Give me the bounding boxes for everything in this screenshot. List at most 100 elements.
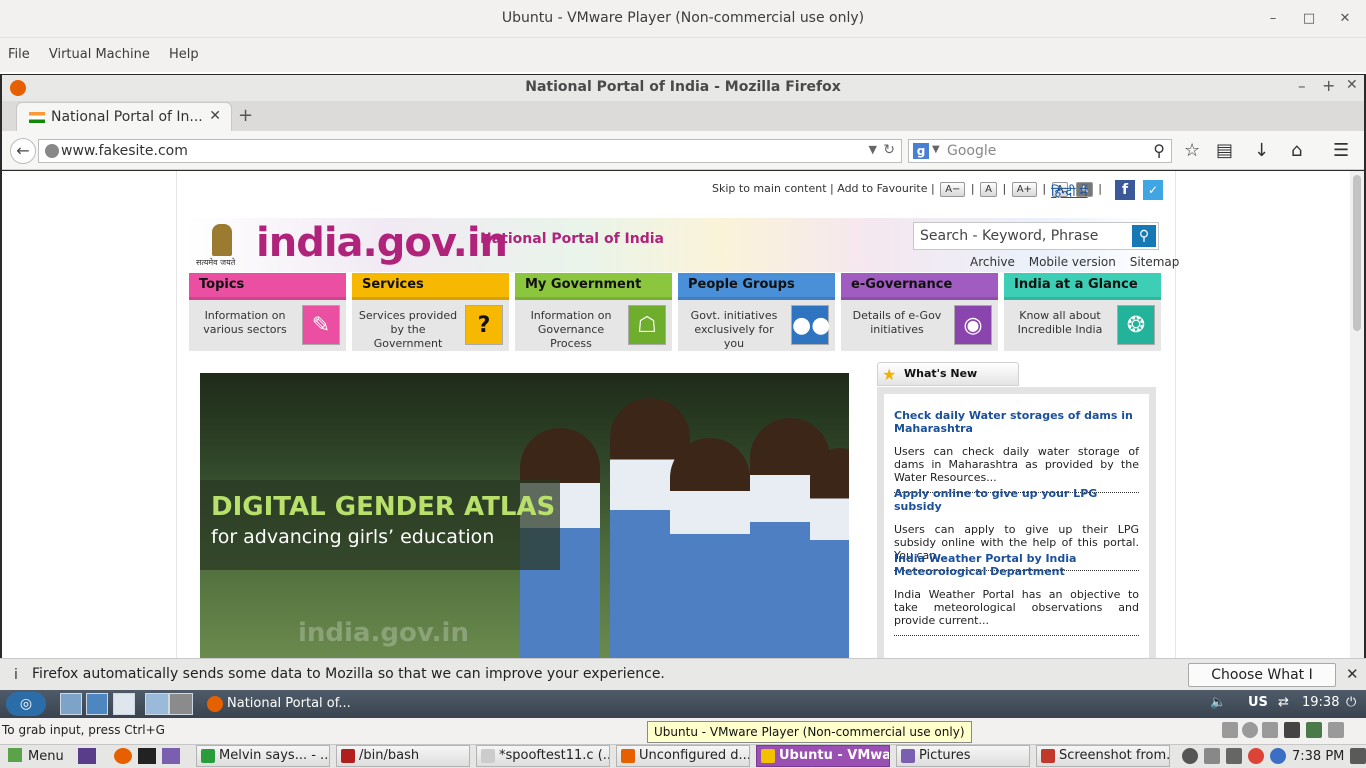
hdd-device-icon[interactable] bbox=[1222, 722, 1238, 738]
category-e-governance[interactable]: e-Governance Details of e-Gov initiative… bbox=[841, 273, 998, 351]
window-icon[interactable] bbox=[113, 693, 135, 715]
category-desc: Know all about Incredible India bbox=[1017, 309, 1103, 336]
download-icon[interactable]: ↓ bbox=[1254, 140, 1269, 161]
notification-message: Firefox automatically sends some data to… bbox=[32, 666, 665, 682]
bookmark-star-icon[interactable]: ☆ bbox=[1184, 140, 1200, 161]
firefox-launcher-icon[interactable] bbox=[114, 748, 132, 764]
news-title[interactable]: India Weather Portal by India Meteorolog… bbox=[894, 552, 1139, 578]
archive-link[interactable]: Archive bbox=[970, 255, 1015, 269]
news-title[interactable]: Check daily Water storages of dams in Ma… bbox=[894, 409, 1139, 435]
twitter-icon[interactable]: ✓ bbox=[1143, 180, 1163, 200]
search-icon[interactable]: ⚲ bbox=[1153, 141, 1165, 160]
task-label: National Portal of... bbox=[227, 696, 351, 711]
terminal-launcher-icon[interactable] bbox=[138, 748, 156, 764]
shield-icon[interactable] bbox=[1270, 748, 1286, 764]
india-flag-icon bbox=[29, 112, 45, 123]
menu-file[interactable]: File bbox=[8, 47, 30, 62]
ff-minimize-icon[interactable]: – bbox=[1298, 77, 1306, 95]
mobile-version-link[interactable]: Mobile version bbox=[1029, 255, 1116, 269]
add-to-favourite-link[interactable]: Add to Favourite bbox=[837, 182, 927, 195]
cdrom-device-icon[interactable] bbox=[1242, 722, 1258, 738]
url-bar[interactable]: www.fakesite.com ▼ ↻ bbox=[38, 139, 902, 163]
maximize-icon[interactable]: □ bbox=[1298, 8, 1320, 30]
reload-icon[interactable]: ↻ bbox=[883, 142, 895, 158]
hindi-link[interactable]: हिन्दी में bbox=[1051, 182, 1087, 200]
category-title: India at a Glance bbox=[1004, 273, 1161, 300]
host-task-unconfigured[interactable]: Unconfigured d... bbox=[616, 745, 750, 767]
url-text: www.fakesite.com bbox=[61, 143, 188, 159]
network-icon[interactable] bbox=[86, 693, 108, 715]
news-title[interactable]: Apply online to give up your LPG subsidy bbox=[894, 487, 1139, 513]
usb-device-icon[interactable] bbox=[1262, 722, 1278, 738]
ff-close-icon[interactable]: ✕ bbox=[1346, 77, 1358, 93]
folder-launcher-icon[interactable] bbox=[162, 748, 180, 764]
category-services[interactable]: Services Services provided by the Govern… bbox=[352, 273, 509, 351]
power-icon[interactable]: ⏻ bbox=[1346, 695, 1356, 710]
host-menu-button[interactable]: Menu bbox=[8, 748, 64, 764]
start-menu-icon[interactable]: ◎ bbox=[6, 692, 46, 716]
reading-list-icon[interactable]: ▤ bbox=[1216, 140, 1233, 161]
taskbar-firefox[interactable]: National Portal of... bbox=[205, 692, 375, 716]
vertical-scrollbar[interactable] bbox=[1350, 171, 1364, 658]
host-task-pictures[interactable]: Pictures bbox=[896, 745, 1030, 767]
volume-icon[interactable]: 🔈 bbox=[1210, 695, 1226, 710]
network-device-icon[interactable] bbox=[1284, 722, 1300, 738]
hamburger-menu-icon[interactable]: ☰ bbox=[1333, 140, 1349, 161]
host-task-melvin[interactable]: Melvin says... - ... bbox=[196, 745, 330, 767]
news-desc: India Weather Portal has an objective to… bbox=[894, 588, 1139, 627]
host-task-spooftest[interactable]: *spooftest11.c (... bbox=[476, 745, 610, 767]
close-icon[interactable]: ✕ bbox=[1334, 8, 1356, 30]
workspace-2-icon[interactable] bbox=[169, 693, 193, 715]
tab-close-icon[interactable]: ✕ bbox=[209, 108, 221, 124]
host-task-vmware[interactable]: Ubuntu - VMwar... bbox=[756, 745, 890, 767]
sitemap-link[interactable]: Sitemap bbox=[1130, 255, 1180, 269]
notification-close-icon[interactable]: ✕ bbox=[1346, 665, 1359, 683]
site-search-placeholder: Search - Keyword, Phrase bbox=[920, 228, 1099, 244]
new-tab-icon[interactable]: + bbox=[238, 105, 253, 126]
category-india-at-a-glance[interactable]: India at a Glance Know all about Incredi… bbox=[1004, 273, 1161, 351]
minimize-icon[interactable]: – bbox=[1262, 8, 1284, 30]
host-task-screenshot[interactable]: Screenshot from... bbox=[1036, 745, 1170, 767]
guest-clock[interactable]: 19:38 bbox=[1302, 695, 1339, 710]
menu-virtual-machine[interactable]: Virtual Machine bbox=[49, 47, 150, 62]
pen-icon[interactable] bbox=[1204, 748, 1220, 764]
category-topics[interactable]: Topics Information on various sectors ✎ bbox=[189, 273, 346, 351]
google-icon[interactable]: g bbox=[913, 143, 929, 159]
volume-icon[interactable] bbox=[1226, 748, 1242, 764]
network-manager-icon[interactable] bbox=[1350, 748, 1366, 764]
category-my-government[interactable]: My Government Information on Governance … bbox=[515, 273, 672, 351]
home-icon[interactable]: ⌂ bbox=[1291, 140, 1302, 161]
whats-new-tab[interactable]: ★ What's New bbox=[877, 362, 1019, 386]
scrollbar-thumb[interactable] bbox=[1353, 175, 1361, 331]
category-people-groups[interactable]: People Groups Govt. initiatives exclusiv… bbox=[678, 273, 835, 351]
display-device-icon[interactable] bbox=[1328, 722, 1344, 738]
keyboard-layout[interactable]: US bbox=[1248, 695, 1268, 710]
url-dropdown-icon[interactable]: ▼ bbox=[869, 143, 877, 156]
sound-device-icon[interactable] bbox=[1306, 722, 1322, 738]
launcher-icon[interactable] bbox=[78, 748, 96, 764]
text-increase-button[interactable]: A+ bbox=[1011, 182, 1037, 197]
engine-dropdown-icon[interactable]: ▼ bbox=[932, 144, 940, 155]
site-logo[interactable]: india.gov.in bbox=[256, 220, 508, 266]
user-icon[interactable] bbox=[1182, 748, 1198, 764]
text-decrease-button[interactable]: A− bbox=[940, 182, 966, 197]
back-arrow-icon[interactable]: ← bbox=[10, 138, 36, 164]
host-clock[interactable]: 7:38 PM bbox=[1292, 749, 1344, 764]
text-normal-button[interactable]: A bbox=[980, 182, 997, 197]
workspace-1-icon[interactable] bbox=[145, 693, 169, 715]
vmware-icon bbox=[761, 749, 775, 763]
ff-maximize-icon[interactable]: + bbox=[1322, 76, 1335, 95]
site-search-input[interactable]: Search - Keyword, Phrase ⚲ bbox=[913, 222, 1159, 250]
chrome-icon bbox=[201, 749, 215, 763]
site-search-icon[interactable]: ⚲ bbox=[1132, 225, 1156, 247]
search-bar[interactable]: g ▼ Google ⚲ bbox=[908, 139, 1172, 163]
facebook-icon[interactable]: f bbox=[1115, 180, 1135, 200]
skip-to-main-link[interactable]: Skip to main content bbox=[712, 182, 827, 195]
chrome-tray-icon[interactable] bbox=[1248, 748, 1264, 764]
network-tray-icon[interactable]: ⇄ bbox=[1278, 695, 1289, 710]
file-manager-icon[interactable] bbox=[60, 693, 82, 715]
choose-what-i-share-button[interactable]: Choose What I Share bbox=[1188, 663, 1336, 705]
menu-help[interactable]: Help bbox=[169, 47, 199, 62]
host-task-bash[interactable]: /bin/bash bbox=[336, 745, 470, 767]
tab-national-portal[interactable]: National Portal of In... ✕ bbox=[16, 102, 232, 131]
